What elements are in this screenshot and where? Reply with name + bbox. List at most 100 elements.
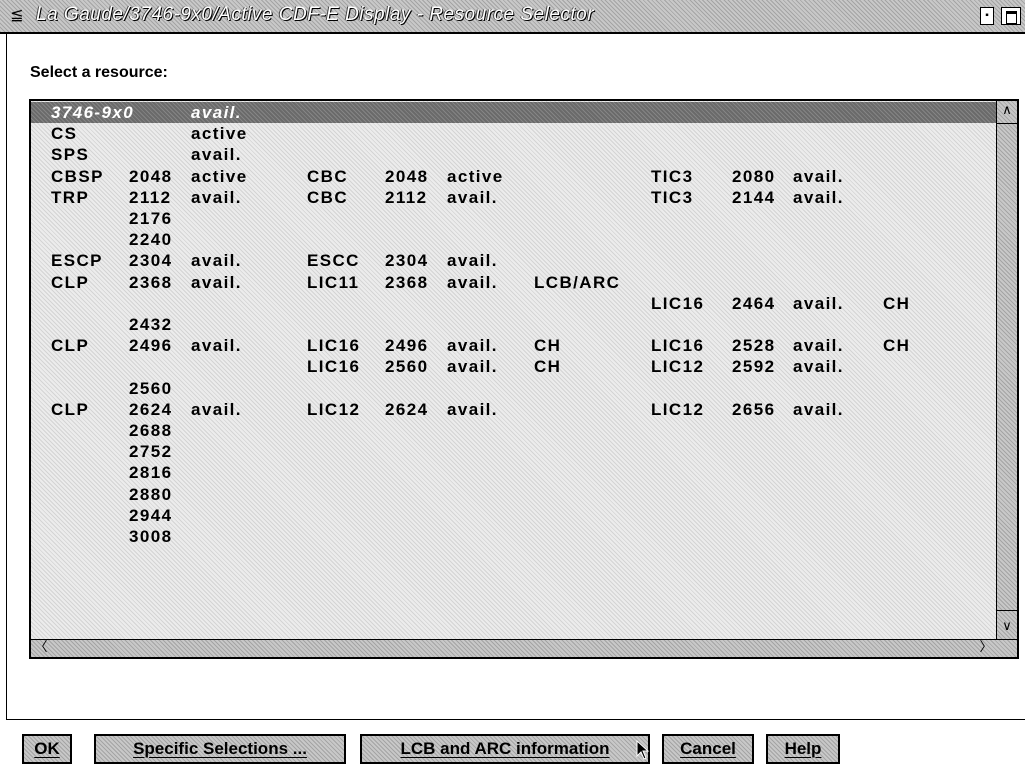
list-cell: 2496 xyxy=(385,336,429,356)
horizontal-scrollbar[interactable]: 〈 〉 xyxy=(31,639,1017,657)
vertical-scroll-thumb[interactable] xyxy=(997,123,1017,611)
list-cell: 2688 xyxy=(129,421,173,440)
list-cell: 2880 xyxy=(129,484,173,504)
list-item[interactable]: 2432 xyxy=(31,314,996,335)
list-item[interactable]: CLP 2368 avail. LIC11 2368 avail. LCB/ARC xyxy=(31,272,996,293)
list-cell: 2176 xyxy=(129,209,173,228)
list-cell: 2592 xyxy=(732,357,776,377)
list-cell: 2240 xyxy=(129,230,173,250)
list-cell: avail. xyxy=(447,357,498,377)
list-item[interactable]: LIC16 2464 avail. CH xyxy=(31,293,996,314)
title-bar[interactable]: ≦ La Gaude/3746-9x0/Active CDF-E Display… xyxy=(0,0,1025,34)
list-cell: avail. xyxy=(191,272,242,292)
list-cell: avail. xyxy=(191,103,242,122)
system-menu-icon[interactable]: ≦ xyxy=(8,6,26,24)
list-cell: LIC12 xyxy=(651,357,705,377)
list-item[interactable]: CLP 2624 avail. LIC12 2624 avail. LIC12 2656 ava… xyxy=(31,399,996,420)
list-item[interactable]: 2560 xyxy=(31,378,996,399)
list-item[interactable]: LIC16 2560 avail. CH LIC12 2592 avail. xyxy=(31,356,996,377)
list-cell: 2112 xyxy=(385,187,428,207)
list-cell: CBC xyxy=(307,166,349,186)
list-cell: CH xyxy=(883,293,911,313)
list-cell: avail. xyxy=(191,187,242,207)
list-cell: active xyxy=(191,166,248,186)
list-item[interactable]: 2688 xyxy=(31,420,996,441)
list-cell: 3008 xyxy=(129,527,173,546)
scroll-right-icon[interactable]: 〉 xyxy=(976,639,996,657)
resource-list[interactable]: 3746-9x0 avail. CS active SPS avail. CBSP 2048 a… xyxy=(31,101,996,639)
list-cell: avail. xyxy=(793,399,844,419)
lcb-arc-information-label: LCB and ARC information xyxy=(400,739,610,758)
list-cell: avail. xyxy=(793,166,844,186)
list-cell: LIC16 xyxy=(307,357,361,377)
scroll-down-icon[interactable]: ∨ xyxy=(997,617,1017,637)
list-cell: avail. xyxy=(447,251,498,271)
list-cell: 2752 xyxy=(129,442,173,462)
list-cell: CLP xyxy=(51,336,90,356)
list-item[interactable]: 2240 xyxy=(31,229,996,250)
list-cell: LIC16 xyxy=(651,336,705,356)
ok-button-label: OK xyxy=(34,739,60,758)
list-cell: avail. xyxy=(191,251,242,271)
list-cell: 2048 xyxy=(385,166,429,186)
resource-listbox[interactable]: 3746-9x0 avail. CS active SPS avail. CBSP 2048 a… xyxy=(29,99,1019,659)
window-title: La Gaude/3746-9x0/Active CDF-E Display -… xyxy=(36,4,595,25)
list-cell: 2528 xyxy=(732,336,776,356)
lcb-arc-information-button[interactable]: LCB and ARC information xyxy=(360,734,650,764)
list-cell: CLP xyxy=(51,272,90,292)
ok-button[interactable]: OK xyxy=(22,734,72,764)
list-cell: LIC16 xyxy=(651,293,705,313)
list-cell: 2944 xyxy=(129,505,173,525)
list-item[interactable]: CLP 2496 avail. LIC16 2496 avail. CH LIC16 2528 a… xyxy=(31,335,996,356)
list-item-selected[interactable]: 3746-9x0 avail. xyxy=(31,102,996,123)
list-item[interactable]: TRP 2112 avail. CBC 2112 avail. TIC3 2144 avail. xyxy=(31,187,996,208)
list-item[interactable]: 2816 xyxy=(31,462,996,483)
vertical-scrollbar[interactable]: ∧ ∨ xyxy=(996,101,1017,639)
list-cell: SPS xyxy=(51,145,90,165)
list-item[interactable]: CBSP 2048 active CBC 2048 active TIC3 2080 avail… xyxy=(31,166,996,187)
list-cell: avail. xyxy=(793,187,844,207)
list-cell: CBSP xyxy=(51,166,104,186)
specific-selections-button[interactable]: Specific Selections ... xyxy=(94,734,346,764)
minimize-icon[interactable]: ▪ xyxy=(980,7,994,25)
list-cell: avail. xyxy=(793,293,844,313)
list-cell: 2304 xyxy=(129,251,173,271)
button-bar: OK Specific Selections ... LCB and ARC i… xyxy=(0,722,1025,765)
scroll-up-icon[interactable]: ∧ xyxy=(997,101,1017,121)
list-cell: 2816 xyxy=(129,463,173,483)
list-cell: avail. xyxy=(793,357,844,377)
maximize-icon[interactable] xyxy=(1001,7,1021,25)
list-cell: 2560 xyxy=(385,357,429,377)
list-cell: LIC11 xyxy=(307,272,360,292)
cancel-button[interactable]: Cancel xyxy=(662,734,754,764)
list-item[interactable]: 2752 xyxy=(31,441,996,462)
help-button[interactable]: Help xyxy=(766,734,840,764)
list-cell: 2368 xyxy=(385,272,429,292)
list-item[interactable]: 3008 xyxy=(31,526,996,547)
list-cell: LIC12 xyxy=(307,399,361,419)
list-cell: 2656 xyxy=(732,399,776,419)
list-item[interactable]: 2880 xyxy=(31,484,996,505)
list-cell: avail. xyxy=(447,399,498,419)
list-cell: 2464 xyxy=(732,293,776,313)
list-cell: 2080 xyxy=(732,166,776,186)
list-cell: avail. xyxy=(191,145,242,165)
list-item[interactable]: CS active xyxy=(31,123,996,144)
list-cell: 2496 xyxy=(129,336,173,356)
list-cell: CLP xyxy=(51,399,90,419)
list-cell: CH xyxy=(883,336,911,356)
list-cell: TIC3 xyxy=(651,187,694,207)
select-resource-label: Select a resource: xyxy=(30,64,168,81)
list-cell: 2624 xyxy=(129,399,173,419)
list-cell: 2432 xyxy=(129,315,173,334)
list-cell: LCB/ARC xyxy=(534,272,621,292)
list-cell: avail. xyxy=(191,399,242,419)
list-cell: 3746-9x0 xyxy=(51,103,135,122)
list-item[interactable]: 2944 xyxy=(31,505,996,526)
list-item[interactable]: ESCP 2304 avail. ESCC 2304 avail. xyxy=(31,250,996,271)
scroll-left-icon[interactable]: 〈 xyxy=(31,639,51,657)
list-item[interactable]: 2176 xyxy=(31,208,996,229)
list-cell: avail. xyxy=(447,336,498,356)
list-item[interactable]: SPS avail. xyxy=(31,144,996,165)
list-cell: CH xyxy=(534,336,562,356)
